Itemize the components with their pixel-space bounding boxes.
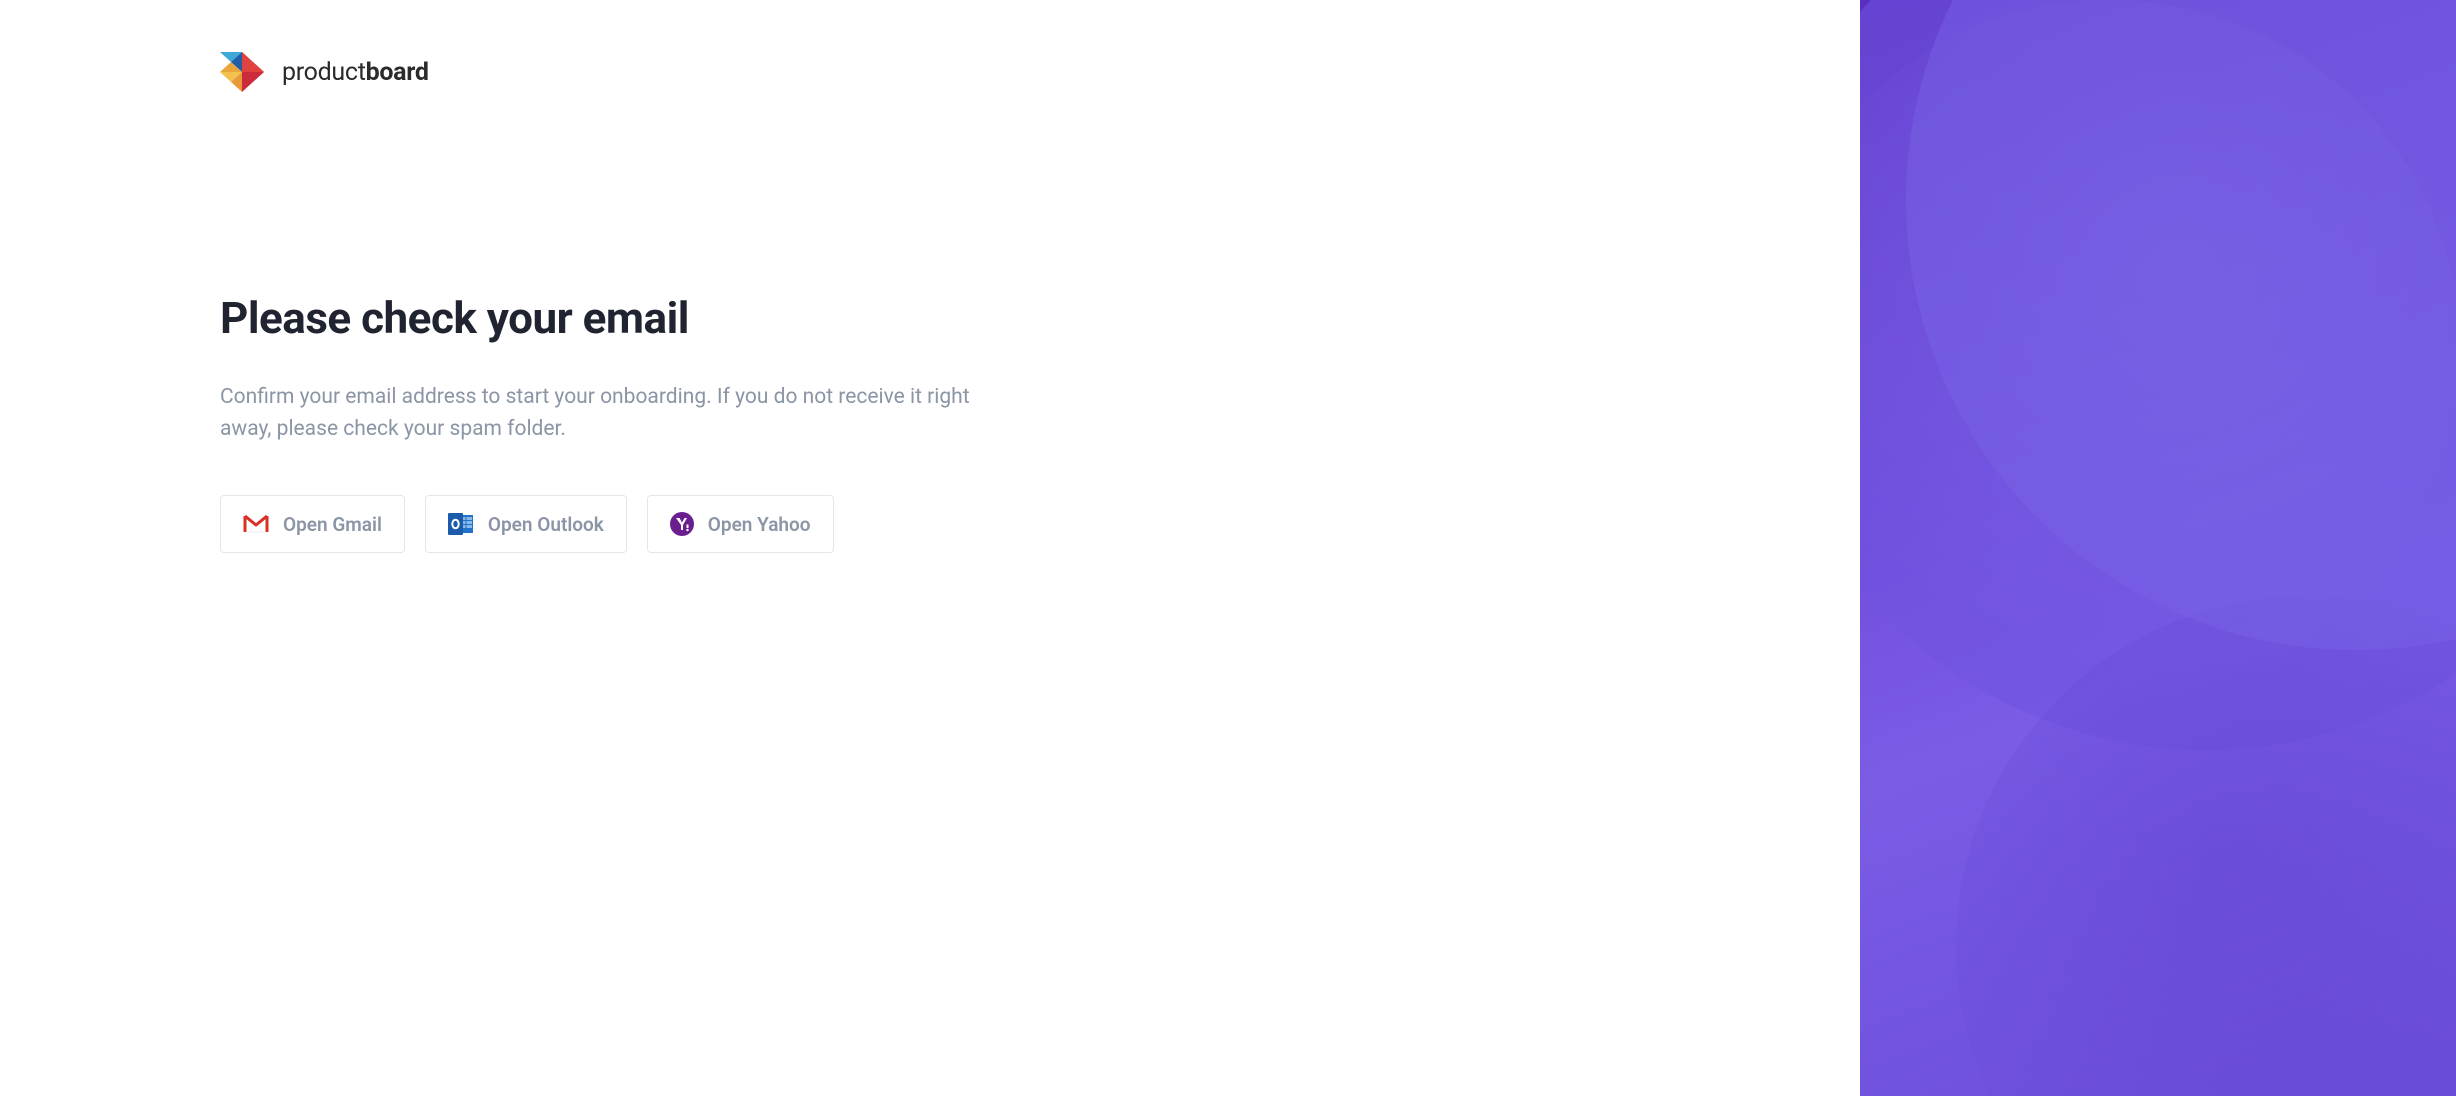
mail-provider-buttons: Open Gmail Open Outlook [220,495,1120,553]
page-subtext: Confirm your email address to start your… [220,382,1010,445]
productboard-logo-icon [220,52,264,92]
brand-name: productboard [282,58,429,87]
gmail-button-label: Open Gmail [283,513,382,536]
open-outlook-button[interactable]: Open Outlook [425,495,627,553]
yahoo-button-label: Open Yahoo [708,513,811,536]
yahoo-icon [670,512,694,536]
open-gmail-button[interactable]: Open Gmail [220,495,405,553]
outlook-icon [448,512,474,536]
brand-logo: productboard [220,52,1860,92]
open-yahoo-button[interactable]: Open Yahoo [647,495,834,553]
page-heading: Please check your email [220,292,1120,344]
gmail-icon [243,514,269,534]
check-email-section: Please check your email Confirm your ema… [220,292,1120,553]
decorative-side-panel [1860,0,2456,1096]
main-content-panel: productboard Please check your email Con… [0,0,1860,1096]
outlook-button-label: Open Outlook [488,513,604,536]
